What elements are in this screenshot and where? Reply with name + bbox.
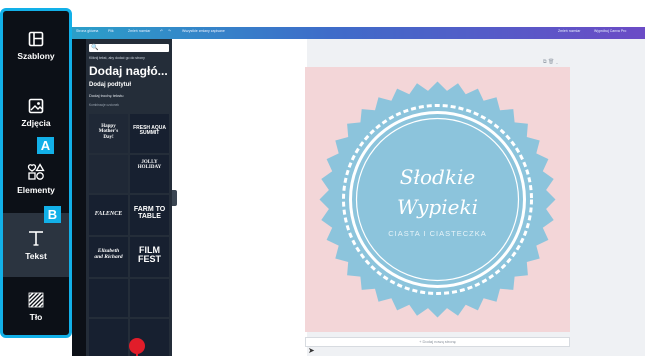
rail-item-background[interactable]: Tło: [3, 275, 69, 335]
resize-button[interactable]: Zmień rozmiar: [558, 29, 580, 33]
menu-file[interactable]: Plik: [108, 29, 114, 33]
template-tile[interactable]: [89, 319, 128, 356]
panel-note: Kliknij tekst, aby dodać go do strony: [89, 56, 145, 60]
sidebar-zoom-callout: Szablony Zdjęcia Elementy Tekst Tło: [0, 8, 72, 338]
template-tile[interactable]: Elizabeth and Richard: [89, 237, 128, 277]
undo-icon[interactable]: ↶: [160, 29, 163, 33]
design-page[interactable]: Słodkie Wypieki CIASTA I CIASTECZKA: [305, 67, 570, 332]
template-tile[interactable]: FILM FEST: [130, 237, 169, 277]
pointer-marker-line: [136, 352, 138, 356]
rail-label-templates: Szablony: [17, 51, 55, 61]
save-status: Wszystkie zmiany zapisane: [182, 29, 225, 33]
redo-icon[interactable]: ↷: [168, 29, 171, 33]
design-subtitle[interactable]: CIASTA I CIASTECZKA: [305, 229, 570, 238]
text-panel: 🔍 Kliknij tekst, aby dodać go do strony …: [86, 39, 172, 356]
design-title-line-1[interactable]: Słodkie: [305, 165, 570, 189]
template-tile[interactable]: [89, 155, 128, 193]
design-title-line-2[interactable]: Wypieki: [305, 195, 570, 219]
menu-home[interactable]: Strona główna: [76, 29, 98, 33]
rail-label-elements: Elementy: [17, 185, 55, 195]
rail-item-templates[interactable]: Szablony: [3, 14, 69, 78]
editor-topbar: Strona główna Plik Zmień rozmiar ↶ ↷ Wsz…: [72, 27, 645, 39]
try-pro-button[interactable]: Wypróbuj Canva Pro: [594, 29, 626, 33]
cursor-icon: ➤: [308, 346, 315, 355]
shapes-icon: [27, 163, 45, 180]
rail-label-text: Tekst: [25, 251, 47, 261]
add-page-button[interactable]: + Dodaj nową stronę: [305, 337, 570, 347]
rail-label-background: Tło: [29, 312, 43, 322]
menu-resize[interactable]: Zmień rozmiar: [128, 29, 150, 33]
image-icon: [28, 98, 44, 114]
layout-icon: [28, 31, 44, 47]
workspace-left-area: [177, 39, 307, 356]
template-tile[interactable]: Happy Mother's Day!: [89, 114, 128, 153]
callout-badge-b: B: [44, 206, 61, 223]
page-actions[interactable]: ⧉ 🗑 ⌄: [543, 59, 558, 65]
add-subheading-button[interactable]: Dodaj podtytuł: [89, 82, 131, 88]
font-combinations-heading: Kombinacje czcionek: [89, 103, 119, 107]
app-sidebar: [72, 39, 86, 356]
text-icon: [29, 231, 43, 246]
template-tile[interactable]: [89, 279, 128, 317]
rail-item-elements[interactable]: Elementy: [3, 147, 69, 211]
template-tile[interactable]: FALENCE: [89, 195, 128, 235]
add-body-text-button[interactable]: Dodaj trochę tekstu: [89, 93, 123, 98]
search-icon: 🔍: [91, 45, 99, 51]
add-heading-button[interactable]: Dodaj nagłó...: [89, 64, 168, 78]
template-tile[interactable]: JOLLY HOLIDAY: [130, 155, 169, 193]
template-tile[interactable]: FRESH AQUA SUMMIT: [130, 114, 169, 153]
rail-label-photos: Zdjęcia: [21, 118, 51, 128]
rail-item-photos[interactable]: Zdjęcia: [3, 81, 69, 145]
screenshot-root: Strona główna Plik Zmień rozmiar ↶ ↷ Wsz…: [0, 0, 645, 356]
template-tile[interactable]: FARM TO TABLE: [130, 195, 169, 235]
callout-badge-a: A: [37, 137, 54, 154]
pattern-icon: [28, 292, 44, 308]
panel-search-input[interactable]: 🔍: [89, 44, 169, 52]
template-tile[interactable]: [130, 279, 169, 317]
